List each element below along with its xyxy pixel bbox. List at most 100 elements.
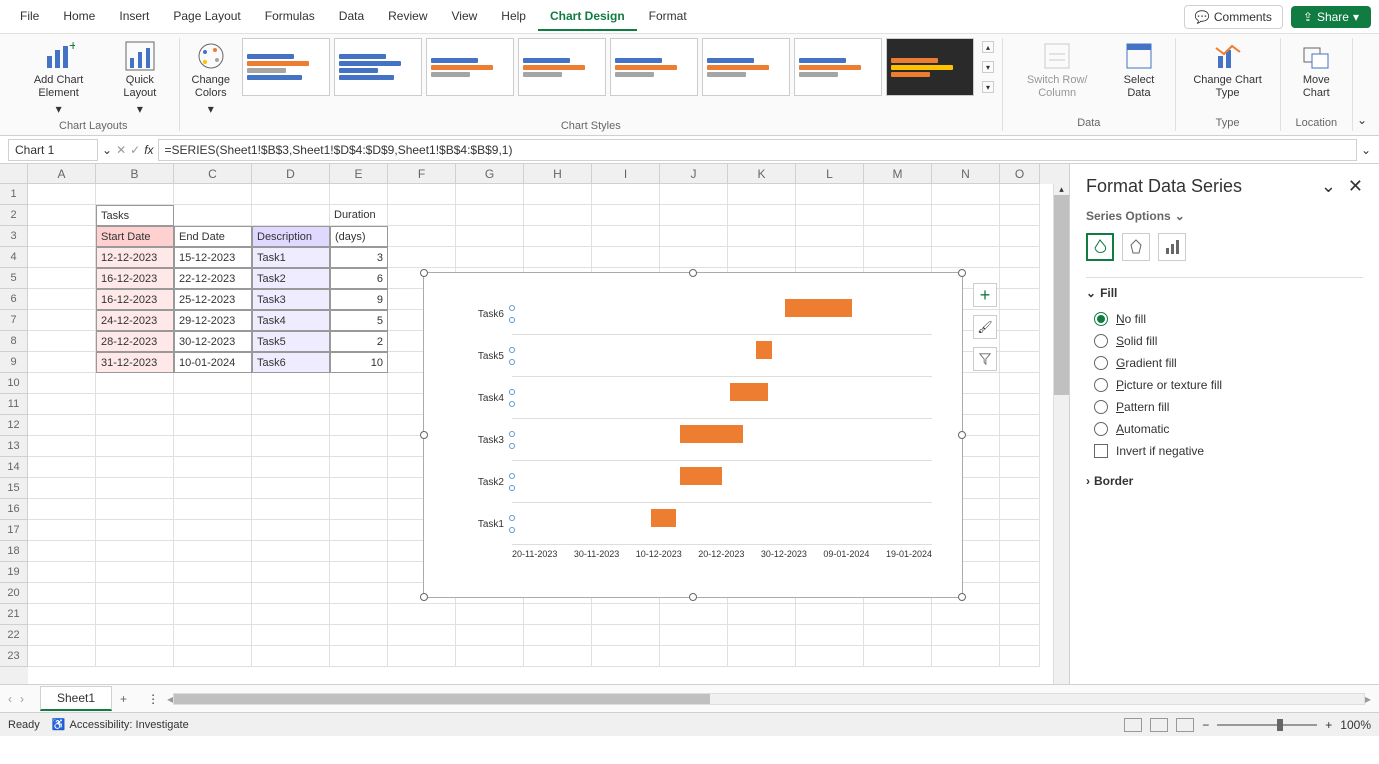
cell[interactable] — [28, 604, 96, 625]
accessibility-status[interactable]: ♿ Accessibility: Investigate — [52, 718, 189, 731]
cell[interactable] — [330, 499, 388, 520]
cell[interactable] — [252, 625, 330, 646]
cell[interactable] — [252, 205, 330, 226]
cell[interactable] — [932, 226, 1000, 247]
cell[interactable]: 31-12-2023 — [96, 352, 174, 373]
chart-bar[interactable] — [785, 299, 852, 317]
cell[interactable] — [932, 184, 1000, 205]
cell[interactable] — [524, 184, 592, 205]
menu-review[interactable]: Review — [376, 3, 439, 31]
chart-series-handle[interactable] — [509, 473, 515, 479]
cell[interactable]: 22-12-2023 — [174, 268, 252, 289]
cell[interactable] — [174, 562, 252, 583]
cell[interactable] — [174, 604, 252, 625]
chart-series-handle[interactable] — [509, 389, 515, 395]
col-header-f[interactable]: F — [388, 164, 456, 184]
fill-line-tab[interactable] — [1086, 233, 1114, 261]
cell[interactable] — [28, 268, 96, 289]
fill-section-toggle[interactable]: ⌄ Fill — [1086, 286, 1363, 300]
cell[interactable]: 30-12-2023 — [174, 331, 252, 352]
cell[interactable] — [864, 247, 932, 268]
cell[interactable]: 3 — [330, 247, 388, 268]
cell[interactable] — [388, 226, 456, 247]
fill-option-automatic[interactable]: Automatic — [1086, 418, 1363, 440]
row-header-8[interactable]: 8 — [0, 331, 28, 352]
cell[interactable] — [330, 562, 388, 583]
row-header-18[interactable]: 18 — [0, 541, 28, 562]
chart-style-7[interactable] — [794, 38, 882, 96]
add-chart-element-button[interactable]: + Add Chart Element ▾ — [16, 38, 101, 118]
cell[interactable] — [796, 646, 864, 667]
zoom-thumb[interactable] — [1277, 719, 1283, 731]
cell[interactable]: 10-01-2024 — [174, 352, 252, 373]
cell[interactable] — [330, 646, 388, 667]
chart-bar[interactable] — [680, 425, 743, 443]
series-options-label[interactable]: Series Options — [1086, 209, 1171, 223]
cell[interactable] — [174, 457, 252, 478]
fill-option-pattern-fill[interactable]: Pattern fill — [1086, 396, 1363, 418]
cell[interactable] — [174, 625, 252, 646]
cell[interactable] — [252, 499, 330, 520]
cell[interactable] — [174, 436, 252, 457]
cell[interactable] — [174, 541, 252, 562]
zoom-percentage[interactable]: 100% — [1340, 718, 1371, 732]
cell[interactable] — [1000, 226, 1040, 247]
cell[interactable]: Task3 — [252, 289, 330, 310]
cell[interactable] — [388, 604, 456, 625]
cell[interactable] — [1000, 331, 1040, 352]
menu-format[interactable]: Format — [637, 3, 699, 31]
cell[interactable] — [330, 415, 388, 436]
cell[interactable] — [864, 604, 932, 625]
cell[interactable] — [864, 205, 932, 226]
name-box-dropdown[interactable]: ⌄ — [102, 143, 112, 157]
cell[interactable] — [728, 646, 796, 667]
col-header-d[interactable]: D — [252, 164, 330, 184]
cell[interactable] — [1000, 478, 1040, 499]
cell[interactable] — [28, 352, 96, 373]
cell[interactable] — [28, 457, 96, 478]
menu-formulas[interactable]: Formulas — [253, 3, 327, 31]
fill-option-gradient-fill[interactable]: Gradient fill — [1086, 352, 1363, 374]
cell[interactable] — [524, 247, 592, 268]
cell[interactable] — [252, 646, 330, 667]
cell[interactable] — [728, 205, 796, 226]
cell[interactable] — [1000, 436, 1040, 457]
cell[interactable]: 10 — [330, 352, 388, 373]
menu-data[interactable]: Data — [327, 3, 376, 31]
add-sheet-button[interactable]: + — [120, 692, 127, 706]
menu-chart-design[interactable]: Chart Design — [538, 3, 637, 31]
cell[interactable] — [96, 436, 174, 457]
cell[interactable] — [252, 478, 330, 499]
cell[interactable] — [28, 331, 96, 352]
row-header-10[interactable]: 10 — [0, 373, 28, 394]
cell[interactable] — [592, 604, 660, 625]
cell[interactable] — [728, 625, 796, 646]
fill-option-no-fill[interactable]: No fill — [1086, 308, 1363, 330]
cell[interactable] — [524, 604, 592, 625]
ribbon-collapse-icon[interactable]: ⌄ — [1357, 113, 1367, 127]
chart-series-handle[interactable] — [509, 485, 515, 491]
chart-series-handle[interactable] — [509, 347, 515, 353]
cell[interactable] — [864, 625, 932, 646]
row-header-12[interactable]: 12 — [0, 415, 28, 436]
formula-expand-icon[interactable]: ⌄ — [1361, 143, 1371, 157]
col-header-j[interactable]: J — [660, 164, 728, 184]
chart-bar[interactable] — [756, 341, 773, 359]
cell[interactable] — [28, 562, 96, 583]
cell[interactable]: Task2 — [252, 268, 330, 289]
cell[interactable] — [1000, 268, 1040, 289]
comments-button[interactable]: 💬 Comments — [1184, 5, 1283, 29]
cell[interactable] — [252, 541, 330, 562]
cell[interactable] — [932, 604, 1000, 625]
share-button[interactable]: ⇪ Share ▾ — [1291, 6, 1371, 28]
cell[interactable] — [728, 184, 796, 205]
cell[interactable] — [28, 310, 96, 331]
cell[interactable] — [330, 604, 388, 625]
menu-file[interactable]: File — [8, 3, 51, 31]
cell[interactable] — [796, 604, 864, 625]
cell[interactable] — [728, 226, 796, 247]
cell[interactable] — [330, 436, 388, 457]
cell[interactable] — [1000, 646, 1040, 667]
cell[interactable]: Task5 — [252, 331, 330, 352]
fx-icon[interactable]: fx — [144, 143, 153, 157]
